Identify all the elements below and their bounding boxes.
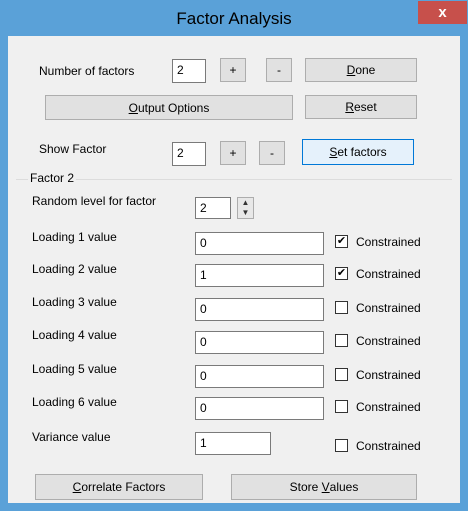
loading-1-field[interactable]: 0 bbox=[195, 232, 324, 255]
loading-3-constrained-label: Constrained bbox=[356, 301, 421, 315]
decrease-factors-button[interactable]: - bbox=[266, 58, 292, 82]
factor-analysis-window: Factor Analysis x Number of factors 2 + … bbox=[0, 0, 468, 511]
loading-4-field[interactable]: 0 bbox=[195, 331, 324, 354]
window-title: Factor Analysis bbox=[176, 9, 292, 28]
loading-2-constrained-checkbox[interactable]: ✔ bbox=[335, 267, 348, 280]
loading-4-constrained-checkbox[interactable] bbox=[335, 334, 348, 347]
number-of-factors-label: Number of factors bbox=[39, 64, 135, 78]
done-button[interactable]: Done bbox=[305, 58, 417, 82]
set-factors-label: et factors bbox=[337, 145, 387, 159]
loading-3-field[interactable]: 0 bbox=[195, 298, 324, 321]
store-values-mnemonic: V bbox=[321, 480, 330, 494]
random-level-field[interactable]: 2 bbox=[195, 197, 231, 219]
loading-5-field[interactable]: 0 bbox=[195, 365, 324, 388]
loading-3-constrained-checkbox[interactable] bbox=[335, 301, 348, 314]
dialog-client-area: Number of factors 2 + - Done Output Opti… bbox=[8, 36, 460, 503]
variance-label: Variance value bbox=[32, 430, 111, 444]
correlate-factors-button[interactable]: Correlate Factors bbox=[35, 474, 203, 500]
variance-constrained-checkbox[interactable] bbox=[335, 439, 348, 452]
previous-factor-button[interactable]: - bbox=[259, 141, 285, 165]
output-options-label: utput Options bbox=[137, 100, 210, 115]
loading-4-constrained-label: Constrained bbox=[356, 334, 421, 348]
done-button-label: one bbox=[355, 63, 376, 77]
loading-1-label: Loading 1 value bbox=[32, 230, 117, 244]
set-factors-mnemonic: S bbox=[329, 145, 338, 159]
store-values-label-rest: alues bbox=[329, 480, 359, 494]
random-level-label: Random level for factor bbox=[32, 194, 157, 208]
loading-1-constrained-label: Constrained bbox=[356, 235, 421, 249]
loading-6-constrained-checkbox[interactable] bbox=[335, 400, 348, 413]
reset-button-label: eset bbox=[353, 100, 377, 114]
next-factor-button[interactable]: + bbox=[220, 141, 246, 165]
loading-6-field[interactable]: 0 bbox=[195, 397, 324, 420]
loading-5-constrained-checkbox[interactable] bbox=[335, 368, 348, 381]
correlate-factors-label: orrelate Factors bbox=[81, 480, 166, 494]
correlate-factors-mnemonic: C bbox=[72, 480, 82, 494]
close-button[interactable]: x bbox=[418, 1, 467, 24]
number-of-factors-field[interactable]: 2 bbox=[172, 59, 206, 83]
factor-group-title: Factor 2 bbox=[28, 171, 77, 185]
variance-constrained-label: Constrained bbox=[356, 439, 421, 453]
done-button-mnemonic: D bbox=[346, 63, 356, 77]
loading-4-label: Loading 4 value bbox=[32, 328, 117, 342]
show-factor-label: Show Factor bbox=[39, 142, 107, 156]
show-factor-field[interactable]: 2 bbox=[172, 142, 206, 166]
output-options-button[interactable]: Output Options bbox=[45, 95, 293, 120]
loading-1-constrained-checkbox[interactable]: ✔ bbox=[335, 235, 348, 248]
increase-factors-button[interactable]: + bbox=[220, 58, 246, 82]
factor-group-border bbox=[16, 179, 452, 180]
output-options-mnemonic: O bbox=[128, 100, 138, 115]
spin-up-icon[interactable]: ▲ bbox=[238, 198, 253, 208]
loading-6-constrained-label: Constrained bbox=[356, 400, 421, 414]
store-values-label-prefix: Store bbox=[289, 480, 322, 494]
loading-3-label: Loading 3 value bbox=[32, 295, 117, 309]
variance-field[interactable]: 1 bbox=[195, 432, 271, 455]
loading-2-field[interactable]: 1 bbox=[195, 264, 324, 287]
title-bar[interactable]: Factor Analysis x bbox=[1, 1, 467, 36]
loading-5-label: Loading 5 value bbox=[32, 362, 117, 376]
random-level-spinner[interactable]: ▲ ▼ bbox=[237, 197, 254, 219]
reset-button[interactable]: Reset bbox=[305, 95, 417, 119]
loading-6-label: Loading 6 value bbox=[32, 395, 117, 409]
reset-button-mnemonic: R bbox=[345, 100, 354, 114]
spin-down-icon[interactable]: ▼ bbox=[238, 208, 253, 218]
store-values-button[interactable]: Store Values bbox=[231, 474, 417, 500]
set-factors-button[interactable]: Set factors bbox=[302, 139, 414, 165]
loading-2-label: Loading 2 value bbox=[32, 262, 117, 276]
loading-5-constrained-label: Constrained bbox=[356, 368, 421, 382]
loading-2-constrained-label: Constrained bbox=[356, 267, 421, 281]
